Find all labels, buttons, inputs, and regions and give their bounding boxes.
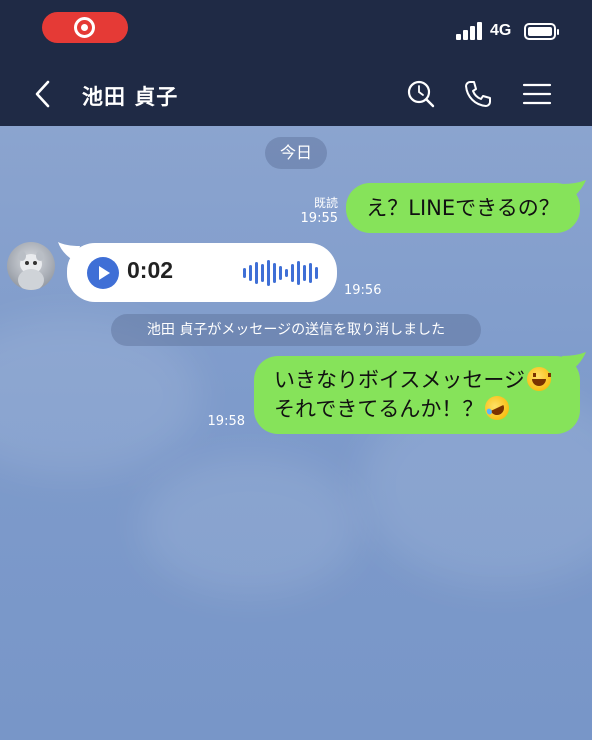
message-text: いきなりボイスメッセージ	[274, 368, 525, 392]
voice-duration: 0:02	[127, 257, 174, 283]
background-cloud	[140, 456, 360, 596]
contact-avatar[interactable]	[7, 242, 55, 290]
battery-icon	[524, 23, 559, 40]
message-text: それできてるんか！？	[274, 397, 484, 421]
grinning-squinting-face-icon	[526, 367, 551, 391]
message-meta: 既読 19:55	[280, 196, 338, 226]
chevron-left-icon[interactable]	[28, 78, 60, 110]
chat-header: 池田 貞子	[0, 62, 592, 126]
signal-strength-icon	[456, 22, 484, 40]
read-receipt: 既読	[313, 196, 338, 210]
search-icon[interactable]	[405, 78, 437, 110]
chat-area[interactable]: 今日 既読 19:55 え？LINEできるの？ 0:02 19:56 池田 貞子…	[0, 126, 592, 740]
network-type-label: 4G	[490, 22, 512, 39]
status-bar: 4G	[0, 0, 592, 62]
sent-message-bubble[interactable]: え？LINEできるの？	[346, 183, 580, 233]
waveform-icon	[243, 259, 323, 287]
message-time: 19:56	[344, 283, 382, 298]
voice-message-bubble[interactable]: 0:02	[67, 243, 337, 302]
message-line: それできてるんか！？	[274, 392, 580, 424]
message-time: 19:58	[207, 414, 245, 429]
screen-recording-indicator[interactable]	[42, 12, 128, 43]
record-icon	[74, 17, 95, 38]
play-icon[interactable]	[87, 257, 119, 289]
menu-icon[interactable]	[521, 78, 553, 110]
rolling-on-floor-laughing-icon	[481, 392, 514, 424]
date-separator: 今日	[265, 137, 327, 169]
phone-icon[interactable]	[462, 78, 494, 110]
system-notice: 池田 貞子がメッセージの送信を取り消しました	[111, 314, 481, 346]
sent-message-bubble[interactable]: いきなりボイスメッセージ それできてるんか！？	[254, 356, 580, 434]
message-text: え？LINEできるの？	[366, 196, 560, 220]
message-line: いきなりボイスメッセージ	[274, 366, 580, 395]
message-time: 19:55	[300, 211, 338, 226]
contact-name[interactable]: 池田 貞子	[82, 81, 178, 111]
